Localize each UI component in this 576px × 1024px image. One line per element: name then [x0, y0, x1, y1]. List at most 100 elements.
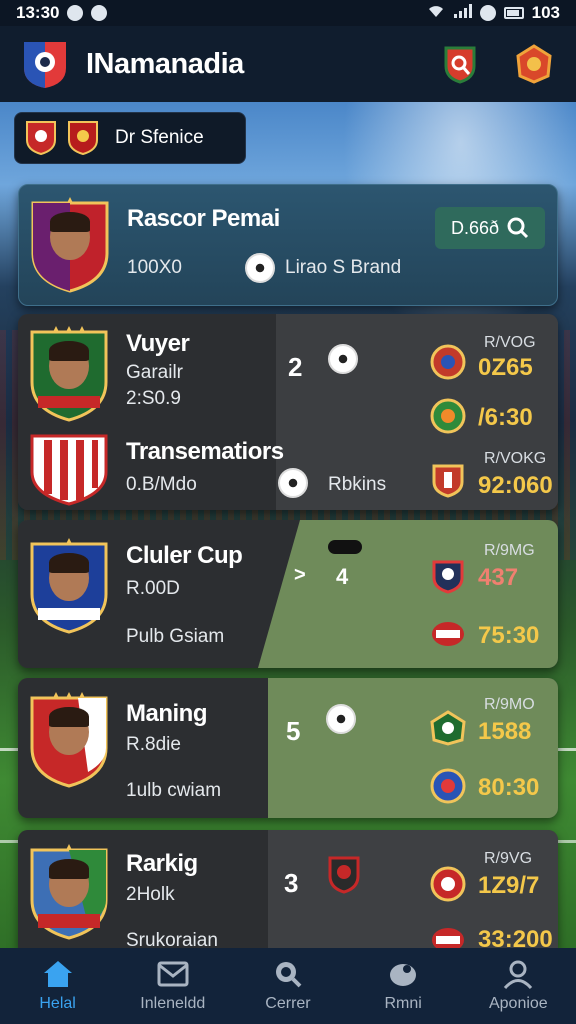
nav-label: Inleneldd [140, 995, 206, 1012]
nav-item-matches[interactable]: Rmni [348, 959, 458, 1013]
match-score: 5 [286, 716, 301, 746]
match-extra: Rbkins [328, 474, 387, 495]
battery-icon [503, 7, 524, 19]
mail-icon [156, 959, 190, 989]
team-badge-icon [430, 462, 466, 498]
team-badge-icon [430, 398, 466, 434]
match-value: 0Z65 [478, 354, 533, 381]
match-title: Transematiors [126, 438, 284, 465]
app-logo [20, 38, 70, 90]
nav-label: Helal [39, 995, 76, 1012]
filter-label: Dr Sfenice [115, 127, 204, 148]
player-crest [28, 844, 110, 940]
match-label: R/VOKG [484, 450, 547, 467]
featured-player-card[interactable]: Rascor Pemai 100X0 Lirao S Brand D.66ð [18, 184, 558, 306]
nav-item-profile[interactable]: Aponioe [463, 959, 573, 1013]
featured-stat: 100X0 [127, 257, 182, 278]
search-icon [507, 217, 529, 239]
match-subtitle: 2Holk [126, 884, 175, 905]
match-subtitle: Pulb Gsiam [126, 626, 225, 647]
football-icon [326, 704, 356, 734]
match-label: R/9MG [484, 542, 535, 559]
notification-icon [91, 5, 108, 21]
match-card[interactable]: Cluler Cup R.00D Pulb Gsiam > 4 R/9MG 43… [18, 520, 558, 668]
match-label: R/9VG [484, 850, 533, 867]
match-label: R/VOG [484, 334, 536, 351]
match-card[interactable]: Maning R.8die 1ulb cwiam 5 R/9MO 1588 80… [18, 678, 558, 818]
player-crest [28, 538, 110, 634]
match-value: 1588 [478, 718, 532, 745]
wifi-icon [426, 3, 446, 23]
match-score: 4 [336, 564, 349, 589]
home-icon [41, 959, 75, 989]
signal-icon [453, 3, 472, 23]
nav-label: Cerrer [265, 995, 311, 1012]
nav-item-home[interactable]: Helal [3, 959, 113, 1013]
match-card[interactable]: Rarkig 2Holk Srukoraian 3 R/9VG 1Z9/7 33… [18, 830, 558, 950]
featured-action-label: D.66ð [450, 217, 500, 238]
nav-label: Aponioe [488, 995, 548, 1012]
battery-level: 103 [531, 3, 560, 22]
nav-item-search[interactable]: Cerrer [233, 959, 343, 1013]
club-crest-icon [26, 121, 56, 156]
match-title: Vuyer [126, 330, 190, 357]
featured-search-button[interactable]: D.66ð [435, 207, 545, 249]
match-subtitle: Garailr [126, 362, 184, 383]
team-badge-icon [326, 854, 362, 894]
team-badge-icon [430, 616, 466, 652]
football-icon [245, 253, 275, 283]
match-subtitle: 1ulb cwiam [126, 780, 222, 801]
status-time: 13:30 [16, 3, 60, 22]
club-crest-icon [68, 121, 98, 156]
nav-label: Rmni [384, 995, 422, 1012]
club-badge-button[interactable] [512, 42, 556, 86]
player-crest [29, 197, 111, 293]
team-badge-icon [430, 710, 466, 746]
match-subtitle: R.8die [126, 734, 181, 755]
match-value: 92:060 [478, 472, 553, 499]
nav-item-inbox[interactable]: Inleneldd [118, 959, 228, 1013]
team-badge-icon [430, 344, 466, 380]
ball-icon [386, 959, 420, 989]
match-value: 437 [478, 564, 519, 591]
team-badge-icon [430, 558, 466, 594]
match-time: 75:30 [478, 622, 540, 649]
profile-icon [501, 959, 535, 989]
filter-chip[interactable]: Dr Sfenice [14, 112, 246, 164]
status-bar: 13:30 103 [0, 0, 576, 26]
team-badge-icon [430, 768, 466, 804]
app-bar: INamanadia [0, 26, 576, 102]
match-label: R/9MO [484, 696, 535, 713]
club-crest [28, 432, 110, 506]
football-icon [278, 468, 308, 498]
chevron-right-icon: > [294, 564, 306, 586]
notification-icon [67, 5, 84, 21]
match-title: Cluler Cup [126, 542, 243, 569]
match-title: Maning [126, 700, 208, 727]
football-icon [328, 344, 358, 374]
match-time: 33:200 [478, 926, 553, 950]
featured-club: Lirao S Brand [285, 257, 402, 278]
search-club-button[interactable] [438, 42, 482, 86]
match-title: Rarkig [126, 850, 198, 877]
bottom-nav: Helal Inleneldd Cerrer Rmni Aponioe [0, 948, 576, 1024]
match-score: 2 [288, 352, 303, 382]
match-time: 80:30 [478, 774, 540, 801]
featured-player-name: Rascor Pemai [127, 205, 280, 232]
match-time: /6:30 [478, 404, 533, 431]
live-badge-icon [328, 540, 362, 554]
match-card[interactable]: Vuyer Garailr 2:S0.9 2 R/VOG 0Z65 /6:30 … [18, 314, 558, 510]
app-title: INamanadia [86, 47, 244, 80]
match-subtitle: 0.B/Mdo [126, 474, 197, 495]
search-icon [271, 959, 305, 989]
player-crest [28, 692, 110, 788]
match-value: 1Z9/7 [478, 872, 540, 899]
team-badge-icon [430, 922, 466, 950]
player-crest [28, 326, 110, 422]
match-subtitle: Srukoraian [126, 930, 218, 950]
team-badge-icon [430, 866, 466, 902]
match-subtitle: 2:S0.9 [126, 388, 181, 409]
match-score: 3 [284, 868, 299, 898]
match-subtitle: R.00D [126, 578, 180, 599]
sync-icon [479, 5, 496, 21]
